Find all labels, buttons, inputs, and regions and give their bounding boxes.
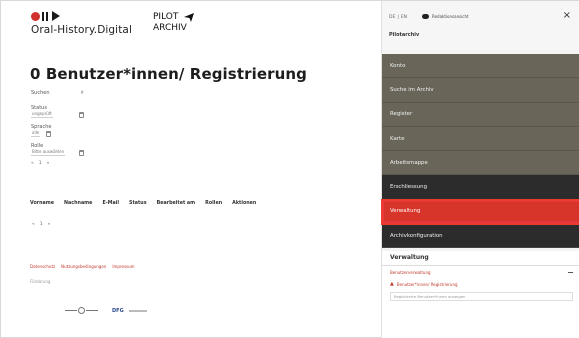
toggle-label: Redaktionsansicht: [432, 14, 469, 19]
logo-line: [86, 310, 98, 311]
filter-form: Suchen # Status ungeprüft Sprache alle R…: [31, 90, 85, 166]
footer-funding-label: Förderung: [30, 279, 51, 284]
pager-page[interactable]: 1: [39, 161, 42, 166]
panel-section-user-admin[interactable]: Benutzerverwaltung: [382, 266, 579, 279]
footer-links: Datenschutz Nutzungsbedingungen Impressu…: [30, 264, 135, 269]
panel-section-label: Benutzerverwaltung: [390, 270, 431, 275]
locale-de[interactable]: DE: [389, 15, 395, 20]
warning-icon: ▲: [390, 281, 394, 287]
footer-link-imprint[interactable]: Impressum: [112, 264, 134, 269]
sidebar-menu: Konto Suche im Archiv Register Karte Arb…: [381, 54, 579, 249]
ohd-logo-mark: [31, 10, 132, 22]
sidebar-item-workbook[interactable]: Arbeitsmappe: [382, 151, 579, 176]
table-header: Vorname Nachname E-Mail Status Bearbeite…: [30, 201, 256, 206]
sidebar-item-search[interactable]: Suche im Archiv: [382, 78, 579, 103]
locale-en[interactable]: EN: [401, 15, 407, 20]
panel-title: Verwaltung: [382, 251, 579, 266]
toggle-switch-icon: [422, 14, 429, 19]
calendar-icon[interactable]: [78, 111, 84, 118]
pager-page[interactable]: 1: [40, 222, 43, 227]
ohd-logo-text: Oral-History.Digital: [31, 24, 132, 36]
sidebar-item-register[interactable]: Register: [382, 102, 579, 127]
status-select[interactable]: ungeprüft: [31, 111, 53, 118]
sidebar-heading: Pilotarchiv: [389, 32, 420, 38]
close-icon[interactable]: ×: [563, 10, 571, 21]
pause-bar-icon: [42, 11, 44, 21]
panel-search-input[interactable]: Registrierte Benutzer*innen anzeigen: [390, 292, 573, 301]
column-header[interactable]: Vorname: [30, 201, 54, 206]
locale-separator: |: [397, 15, 399, 20]
locale-switcher: DE | EN: [389, 15, 407, 20]
main-content: Oral-History.Digital PILOT ARCHIV 0 Benu…: [1, 1, 381, 338]
calendar-icon[interactable]: [46, 130, 52, 137]
funding-logos: DFG: [65, 307, 147, 314]
pilot-logo-line2: ARCHIV: [153, 23, 187, 33]
logo-line: [65, 310, 77, 311]
play-icon: [52, 11, 60, 21]
column-header[interactable]: E-Mail: [102, 201, 119, 206]
search-field-label: Suchen: [31, 90, 50, 96]
column-header[interactable]: Nachname: [64, 201, 92, 206]
pager-next[interactable]: »: [48, 222, 51, 227]
dfg-logo[interactable]: DFG: [112, 308, 147, 314]
page-title: 0 Benutzer*innen/ Registrierung: [30, 65, 307, 83]
dfg-logo-text: DFG: [112, 307, 124, 314]
pager-prev[interactable]: «: [32, 222, 35, 227]
pager-next[interactable]: »: [47, 161, 50, 166]
airplane-icon: [184, 13, 195, 22]
sidebar-item-map[interactable]: Karte: [382, 126, 579, 152]
editor-view-toggle[interactable]: Redaktionsansicht: [422, 14, 469, 19]
sidebar: DE | EN Redaktionsansicht × Pilotarchiv …: [381, 1, 579, 338]
column-header[interactable]: Status: [129, 201, 147, 206]
seal-icon: [78, 307, 85, 314]
role-select[interactable]: Bitte auswählen: [31, 149, 66, 156]
column-header[interactable]: Aktionen: [232, 201, 256, 206]
pilot-logo-line1: PILOT: [153, 12, 179, 22]
red-dot-icon: [31, 11, 40, 21]
column-header[interactable]: Bearbeitet am: [157, 201, 196, 206]
panel-link-registration[interactable]: ▲ Benutzer*innen/ Registrierung: [382, 279, 579, 289]
calendar-icon[interactable]: [79, 149, 85, 156]
language-select[interactable]: alle: [31, 130, 41, 137]
sidebar-item-administration[interactable]: Verwaltung: [381, 198, 579, 226]
dfg-logo-subtitle: [128, 309, 147, 312]
sidebar-header: DE | EN Redaktionsansicht × Pilotarchiv: [382, 1, 579, 49]
column-header[interactable]: Rollen: [205, 201, 222, 206]
panel-link-label: Benutzer*innen/ Registrierung: [396, 281, 458, 287]
pagination-top: « 1 »: [31, 161, 85, 166]
pagination-bottom: « 1 »: [32, 222, 50, 227]
footer-link-terms[interactable]: Nutzungsbedingungen: [61, 264, 106, 269]
sidebar-item-indexing[interactable]: Erschliessung: [382, 175, 579, 200]
administration-panel: Verwaltung Benutzerverwaltung ▲ Benutzer…: [382, 251, 579, 338]
footer-link-privacy[interactable]: Datenschutz: [30, 264, 55, 269]
search-field-value[interactable]: #: [80, 90, 85, 96]
sidebar-item-konto[interactable]: Konto: [382, 54, 579, 79]
sidebar-item-archive-config[interactable]: Archivkonfiguration: [382, 224, 579, 249]
pilot-archive-logo[interactable]: PILOT ARCHIV: [153, 11, 195, 33]
ohd-logo[interactable]: Oral-History.Digital: [31, 10, 132, 36]
pause-bar-icon: [46, 11, 48, 21]
collapse-icon[interactable]: [568, 272, 573, 273]
funder-logo[interactable]: [65, 307, 98, 314]
pager-prev[interactable]: «: [31, 161, 34, 166]
